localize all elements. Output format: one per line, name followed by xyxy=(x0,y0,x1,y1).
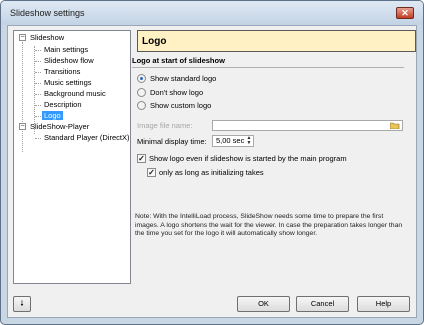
tree-item-label: Slideshow xyxy=(30,33,65,42)
folder-icon[interactable] xyxy=(390,122,400,129)
radio-label: Show standard logo xyxy=(150,74,217,83)
tree-item-label: Logo xyxy=(42,111,63,120)
help-button[interactable]: Help xyxy=(357,296,410,312)
tree-item-transitions[interactable]: Transitions xyxy=(44,66,80,77)
radio-label: Don't show logo xyxy=(150,88,204,97)
radio-button[interactable] xyxy=(137,88,146,97)
title-bar[interactable]: Slideshow settings ✕ xyxy=(1,1,423,25)
tree-item-label: Main settings xyxy=(44,45,89,54)
tree-item-label: SlideShow-Player xyxy=(30,122,90,131)
close-icon[interactable]: ✕ xyxy=(396,7,414,19)
tree-item-label: Slideshow flow xyxy=(44,56,94,65)
tree-item-description[interactable]: Description xyxy=(44,99,82,110)
cancel-button[interactable]: Cancel xyxy=(296,296,349,312)
panel-header: Logo xyxy=(137,30,416,52)
collapse-player-icon[interactable]: − xyxy=(19,123,26,130)
checkbox-checked[interactable]: ✓ xyxy=(137,154,146,163)
tree-item-logo[interactable]: Logo xyxy=(42,110,63,121)
panel-title: Logo xyxy=(142,36,167,47)
tree-item-label: Music settings xyxy=(44,78,92,87)
tree-item-label: Standard Player (DirectX) xyxy=(44,133,130,142)
window-title: Slideshow settings xyxy=(10,8,85,18)
section-title: Logo at start of slideshow xyxy=(132,56,225,65)
settings-window: Slideshow settings ✕ − Slideshow Main se… xyxy=(0,0,424,325)
tree-item-slideshow[interactable]: Slideshow xyxy=(30,32,64,43)
tree-item-slideshow-flow[interactable]: Slideshow flow xyxy=(44,55,94,66)
image-file-input[interactable] xyxy=(212,120,403,131)
image-file-label: Image file name: xyxy=(137,121,193,130)
note-text: Note: With the IntelliLoad process, Slid… xyxy=(135,213,403,237)
checkbox-label: Show logo even if slideshow is started b… xyxy=(149,154,347,163)
checkbox-checked[interactable]: ✓ xyxy=(147,168,156,177)
tree-item-standard-player[interactable]: Standard Player (DirectX) xyxy=(44,132,129,143)
tree-item-label: Transitions xyxy=(44,67,81,76)
ok-button[interactable]: OK xyxy=(237,296,290,312)
radio-label: Show custom logo xyxy=(150,101,212,110)
tree-item-label: Description xyxy=(44,100,82,109)
collapse-slideshow-icon[interactable]: − xyxy=(19,34,26,41)
radio-button[interactable] xyxy=(137,101,146,110)
display-time-value: 5,00 sec xyxy=(216,136,245,145)
section-divider xyxy=(132,67,404,68)
display-time-stepper[interactable]: 5,00 sec ▲ ▼ xyxy=(212,135,254,147)
checkbox-label: only as long as initializing takes xyxy=(159,168,264,177)
tree-item-label: Background music xyxy=(44,89,106,98)
spin-arrows-icon[interactable]: ▲ ▼ xyxy=(245,136,253,146)
radio-button-selected[interactable] xyxy=(137,74,146,83)
arrow-down-icon[interactable]: 🠗 xyxy=(13,296,31,312)
settings-tree[interactable]: − Slideshow Main settings Slideshow flow… xyxy=(13,30,131,284)
tree-item-main-settings[interactable]: Main settings xyxy=(44,44,88,55)
tree-item-background-music[interactable]: Background music xyxy=(44,88,106,99)
display-time-label: Minimal display time: xyxy=(137,137,207,146)
tree-item-slideshow-player[interactable]: SlideShow-Player xyxy=(30,121,89,132)
tree-item-music-settings[interactable]: Music settings xyxy=(44,77,92,88)
